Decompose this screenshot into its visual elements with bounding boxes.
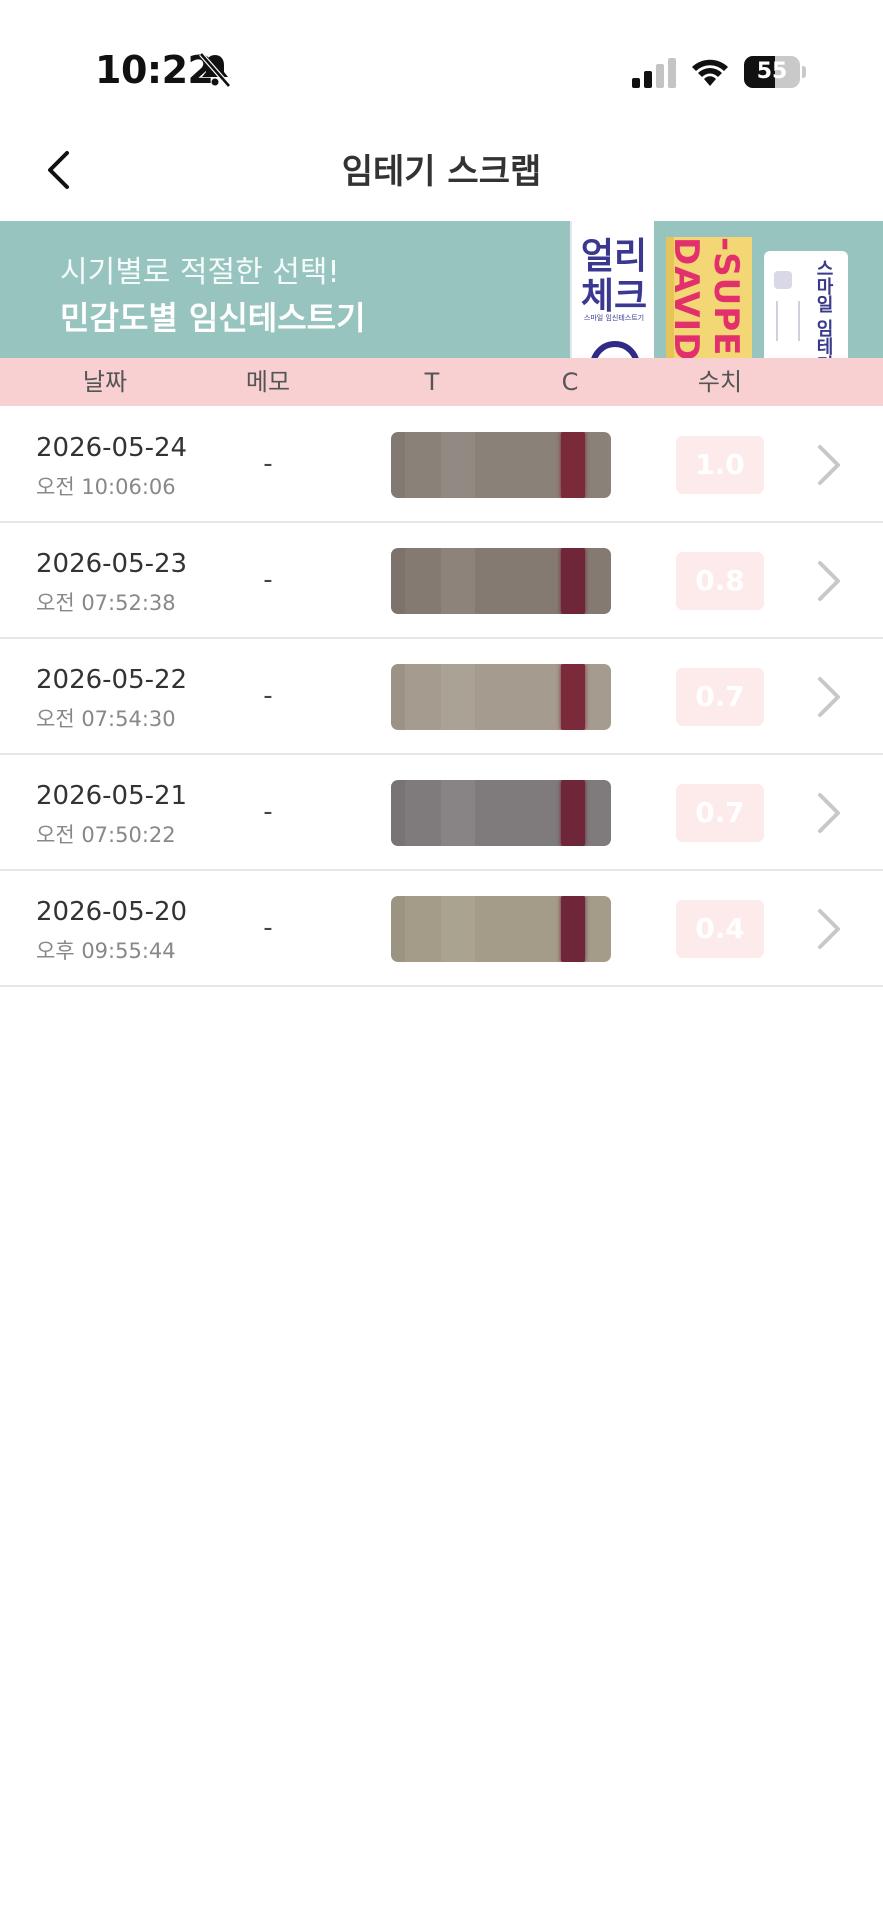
row-memo: - [263,797,273,827]
promo-banner[interactable]: 시기별로 적절한 선택! 민감도별 임신테스트기 얼리 체크 스마일 임신테스트… [0,221,883,358]
control-line [561,780,585,846]
list-item[interactable]: 2026-05-20 오후 09:55:44 - 0.4 [0,871,883,987]
status-time: 10:22 [95,48,214,92]
app-header: 임테기 스크랩 [0,120,883,220]
product-box-early-check-line2: 체크 [580,276,648,317]
list-item[interactable]: 2026-05-22 오전 07:54:30 - 0.7 [0,639,883,755]
battery-icon: 55 [744,56,800,88]
product-box-smile-mark [774,271,792,289]
row-time: 오후 09:55:44 [36,939,176,963]
row-time: 오전 07:50:22 [36,823,176,847]
row-memo: - [263,565,273,595]
list-item[interactable]: 2026-05-23 오전 07:52:38 - 0.8 [0,523,883,639]
list-item[interactable]: 2026-05-24 오전 10:06:06 - 1.0 [0,407,883,523]
back-button[interactable] [28,140,88,200]
column-header-c: C [561,368,579,396]
status-bar: 10:22 55 [0,0,883,120]
column-header-value: 수치 [697,368,743,396]
product-box-early-check: 얼리 체크 스마일 임신테스트기 [570,221,654,358]
row-date: 2026-05-24 [36,433,188,463]
row-time: 오전 07:54:30 [36,707,176,731]
chevron-right-icon [818,561,840,601]
product-box-super-david: -SUPER DAVID [666,237,752,358]
column-header-memo: 메모 [245,368,291,396]
battery-indicator: 55 [744,56,806,88]
table-header: 날짜 메모 T C 수치 [0,358,883,406]
row-date: 2026-05-21 [36,781,188,811]
chevron-right-icon [818,677,840,717]
row-date: 2026-05-20 [36,897,188,927]
row-memo: - [263,681,273,711]
control-line [561,548,585,614]
page-title: 임테기 스크랩 [341,152,542,192]
product-box-smile: 스마일 임테기 [764,251,848,358]
value-badge: 1.0 [676,436,764,494]
banner-title: 민감도별 임신테스트기 [60,299,366,337]
product-logo-ring [590,341,640,358]
row-date: 2026-05-23 [36,549,188,579]
wifi-icon [692,59,728,86]
test-strip-image [391,548,611,614]
product-box-smile-text: 스마일 임테기 [813,259,834,358]
product-box-early-check-sub: 스마일 임신테스트기 [583,314,645,322]
control-line [561,896,585,962]
battery-percent: 55 [756,59,788,84]
control-line [561,664,585,730]
row-time: 오전 10:06:06 [36,475,176,499]
chevron-right-icon [818,445,840,485]
row-memo: - [263,449,273,479]
control-line [561,432,585,498]
row-date: 2026-05-22 [36,665,188,695]
test-strip-image [391,432,611,498]
value-badge: 0.8 [676,552,764,610]
test-strip-image [391,896,611,962]
test-strip-image [391,664,611,730]
list-item[interactable]: 2026-05-21 오전 07:50:22 - 0.7 [0,755,883,871]
column-header-t: T [424,368,440,396]
cellular-signal-icon [632,58,676,88]
banner-subtitle: 시기별로 적절한 선택! [60,255,340,290]
bell-off-icon [199,52,231,88]
value-badge: 0.7 [676,784,764,842]
row-time: 오전 07:52:38 [36,591,176,615]
test-strip-image [391,780,611,846]
column-header-date: 날짜 [82,368,128,396]
row-memo: - [263,913,273,943]
value-badge: 0.7 [676,668,764,726]
value-badge: 0.4 [676,900,764,958]
chevron-right-icon [818,793,840,833]
chevron-left-icon [48,151,69,189]
chevron-right-icon [818,909,840,949]
product-box-super-david-text: -SUPER DAVID [666,237,746,358]
